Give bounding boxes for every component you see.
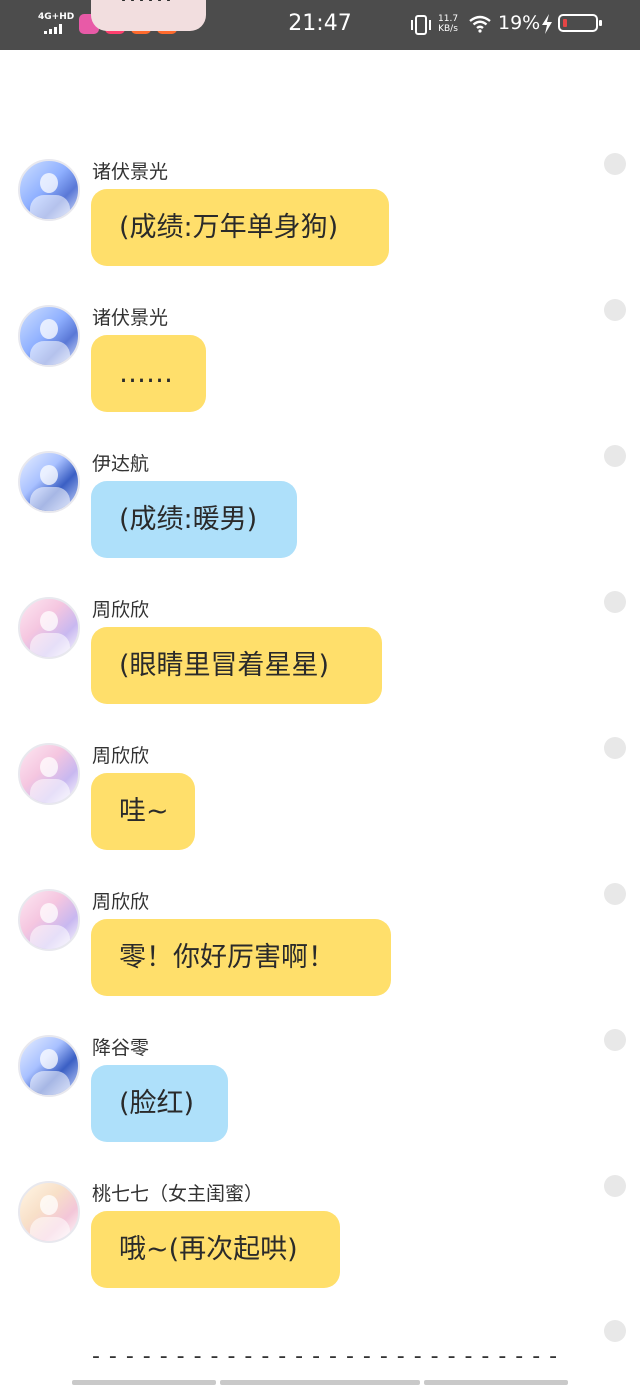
avatar[interactable] (18, 597, 80, 659)
avatar[interactable] (18, 1181, 80, 1243)
message-bubble[interactable]: …… (91, 0, 206, 31)
chat-message: 周欣欣零！你好厉害啊！ (0, 875, 640, 1015)
message-options-dot[interactable] (604, 591, 626, 613)
message-options-dot[interactable] (604, 299, 626, 321)
message-options-dot[interactable] (604, 737, 626, 759)
message-bubble[interactable]: (成绩:万年单身狗) (91, 189, 389, 266)
chat-message: 周欣欣哇~ (0, 729, 640, 869)
chat-message: 周欣欣 (眼睛里冒着星星) (0, 583, 640, 723)
sender-name: 诸伏景光 (92, 161, 169, 183)
sender-name: 伊达航 (92, 453, 150, 475)
sender-name: 诸伏景光 (92, 307, 169, 329)
message-bubble[interactable]: 零！你好厉害啊！ (91, 919, 391, 996)
sender-name: 降谷零 (92, 1037, 150, 1059)
message-options-dot[interactable] (604, 1029, 626, 1051)
message-bubble[interactable]: …… (91, 335, 206, 412)
sender-name: 周欣欣 (92, 891, 150, 913)
message-options-dot[interactable] (604, 883, 626, 905)
chat-message: 桃七七（女主闺蜜） 哦~(再次起哄) (0, 1167, 640, 1307)
message-bubble[interactable]: (眼睛里冒着星星) (91, 627, 382, 704)
message-bubble[interactable]: (成绩:暖男) (91, 481, 297, 558)
chat-message: 诸伏景光 (成绩:万年单身狗) (0, 145, 640, 285)
avatar[interactable] (18, 305, 80, 367)
scroll-indicator-middle (220, 1380, 420, 1385)
chat-message: 降谷零 (脸红) (0, 1021, 640, 1161)
sender-name: 桃七七（女主闺蜜） (92, 1183, 264, 1205)
scroll-indicator-right (424, 1380, 568, 1385)
avatar[interactable] (18, 889, 80, 951)
chat-message: 伊达航 (成绩:暖男) (0, 437, 640, 577)
avatar[interactable] (18, 159, 80, 221)
avatar[interactable] (18, 1035, 80, 1097)
chat-message: 诸伏景光 …… (0, 291, 640, 431)
sender-name: 周欣欣 (92, 745, 150, 767)
scroll-indicator-left (72, 1380, 216, 1385)
sender-name: 周欣欣 (92, 599, 150, 621)
message-options-dot[interactable] (604, 445, 626, 467)
message-bubble[interactable]: (脸红) (91, 1065, 228, 1142)
message-bubble[interactable]: 哦~(再次起哄) (91, 1211, 340, 1288)
message-options-dot[interactable] (604, 1175, 626, 1197)
message-bubble[interactable]: 哇~ (91, 773, 195, 850)
avatar[interactable] (18, 451, 80, 513)
message-options-dot[interactable] (604, 153, 626, 175)
section-divider: - - - - - - - - - - - - - - - - - - - - … (92, 1344, 559, 1369)
avatar[interactable] (18, 743, 80, 805)
message-options-dot[interactable] (604, 1320, 626, 1342)
chat-message: …… (0, 0, 640, 50)
